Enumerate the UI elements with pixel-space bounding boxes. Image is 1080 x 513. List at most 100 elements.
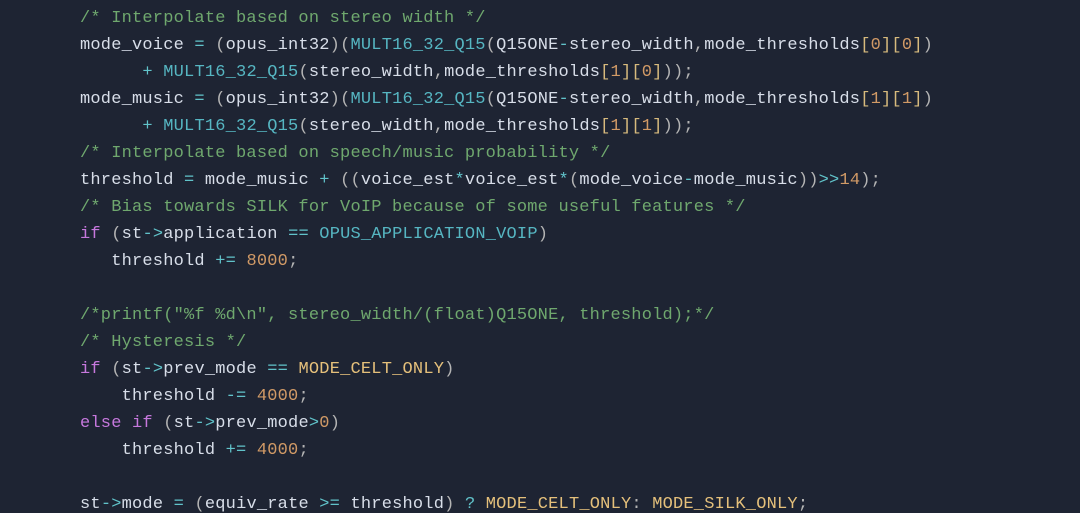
code-token	[236, 252, 246, 271]
code-token: ,	[434, 63, 444, 82]
code-token: voice_est	[465, 171, 559, 190]
code-token: )	[444, 360, 454, 379]
code-token: :	[631, 495, 641, 513]
code-token: if	[80, 225, 101, 244]
code-token: >=	[319, 495, 340, 513]
code-token: /* Interpolate based on stereo width */	[80, 9, 486, 28]
code-token: threshold	[80, 252, 215, 271]
code-line: mode_music = (opus_int32)(MULT16_32_Q15(…	[80, 86, 1080, 113]
code-token	[205, 90, 215, 109]
code-token: -	[683, 171, 693, 190]
code-token	[642, 495, 652, 513]
code-token: opus_int32	[226, 90, 330, 109]
code-token: else if	[80, 414, 153, 433]
code-token	[330, 171, 340, 190]
code-token: (	[111, 225, 121, 244]
code-token: voice_est	[361, 171, 455, 190]
code-line	[80, 275, 1080, 302]
code-token: mode_thresholds	[704, 90, 860, 109]
code-token: ,	[694, 36, 704, 55]
code-token: ]	[652, 117, 662, 136]
code-token: (	[298, 63, 308, 82]
code-token: threshold	[80, 171, 184, 190]
code-token	[246, 441, 256, 460]
code-token: -	[559, 90, 569, 109]
code-token: /* Bias towards SILK for VoIP because of…	[80, 198, 746, 217]
code-token: /* Hysteresis */	[80, 333, 246, 352]
code-token: application	[163, 225, 288, 244]
code-line: /* Hysteresis */	[80, 329, 1080, 356]
code-token: ->	[194, 414, 215, 433]
code-token: Q15ONE	[496, 36, 558, 55]
code-token: [	[860, 36, 870, 55]
code-token: (	[215, 36, 225, 55]
code-token: OPUS_APPLICATION_VOIP	[319, 225, 537, 244]
code-token: ,	[694, 90, 704, 109]
code-token	[153, 414, 163, 433]
code-token: 0	[319, 414, 329, 433]
code-token: )	[444, 495, 454, 513]
code-token: [	[860, 90, 870, 109]
code-token: threshold	[80, 441, 226, 460]
code-token	[246, 387, 256, 406]
code-token	[153, 117, 163, 136]
code-token: ->	[142, 360, 163, 379]
code-token: +	[319, 171, 329, 190]
code-token: (	[298, 117, 308, 136]
code-token: st	[122, 360, 143, 379]
code-token: (	[194, 495, 204, 513]
code-token: MODE_SILK_ONLY	[652, 495, 798, 513]
code-token: ][	[881, 36, 902, 55]
code-token	[153, 63, 163, 82]
code-token: )	[330, 414, 340, 433]
code-token: ]	[652, 63, 662, 82]
code-token: )(	[330, 90, 351, 109]
code-token	[80, 117, 142, 136]
code-line: /* Interpolate based on speech/music pro…	[80, 140, 1080, 167]
code-token: [	[600, 63, 610, 82]
code-token: MODE_CELT_ONLY	[486, 495, 632, 513]
code-token: Q15ONE	[496, 90, 558, 109]
code-token: stereo_width	[569, 36, 694, 55]
code-token: st	[122, 225, 143, 244]
code-token	[309, 225, 319, 244]
code-token: ==	[267, 360, 288, 379]
code-token	[205, 36, 215, 55]
code-line: /* Bias towards SILK for VoIP because of…	[80, 194, 1080, 221]
code-token: )	[923, 90, 933, 109]
code-token: mode_music	[694, 171, 798, 190]
code-token: st	[80, 495, 101, 513]
code-token: )	[538, 225, 548, 244]
code-token: ->	[142, 225, 163, 244]
code-line: threshold += 8000;	[80, 248, 1080, 275]
code-token: threshold	[80, 387, 226, 406]
code-token: ?	[465, 495, 475, 513]
code-token: ]	[912, 90, 922, 109]
code-token: ->	[101, 495, 122, 513]
code-token: -=	[226, 387, 247, 406]
code-token: mode_voice	[80, 36, 194, 55]
code-line: else if (st->prev_mode>0)	[80, 410, 1080, 437]
code-token: (	[486, 90, 496, 109]
code-token	[101, 360, 111, 379]
code-token: ))	[798, 171, 819, 190]
code-token: )	[923, 36, 933, 55]
code-token: =	[194, 90, 204, 109]
code-token: ;	[288, 252, 298, 271]
code-token: (	[215, 90, 225, 109]
code-token: stereo_width	[309, 63, 434, 82]
code-token: mode	[122, 495, 174, 513]
code-line: st->mode = (equiv_rate >= threshold) ? M…	[80, 491, 1080, 513]
code-token: if	[80, 360, 101, 379]
code-token: [	[600, 117, 610, 136]
code-token: mode_voice	[579, 171, 683, 190]
code-token: ;	[798, 495, 808, 513]
code-line: threshold -= 4000;	[80, 383, 1080, 410]
code-token: equiv_rate	[205, 495, 319, 513]
code-token: *	[559, 171, 569, 190]
code-token: *	[455, 171, 465, 190]
code-line: + MULT16_32_Q15(stereo_width,mode_thresh…	[80, 59, 1080, 86]
code-token: (	[486, 36, 496, 55]
code-token: (	[111, 360, 121, 379]
code-token: ][	[621, 117, 642, 136]
